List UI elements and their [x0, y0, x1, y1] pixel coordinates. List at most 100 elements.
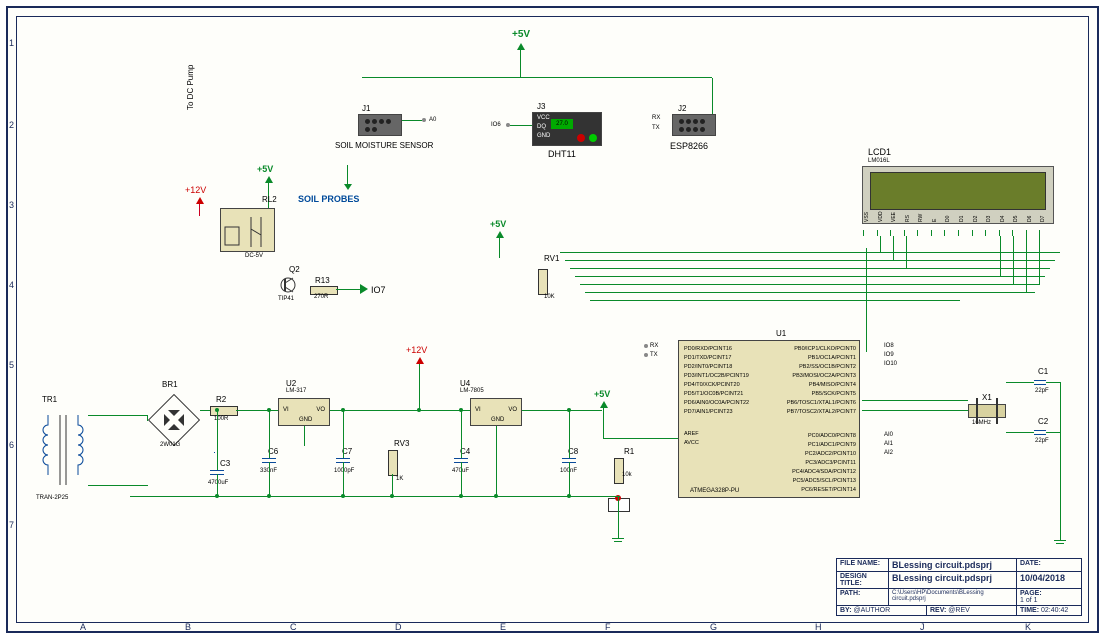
j3-left-pin: IO6: [491, 122, 501, 128]
j1-right-pin: A0: [429, 117, 436, 123]
u4-ref: U4: [460, 380, 470, 388]
dot: [567, 494, 571, 498]
component-j2[interactable]: [672, 114, 716, 136]
component-rv1[interactable]: [538, 269, 548, 295]
label-dc-pump: To DC Pump: [187, 65, 195, 110]
lcd-pin-label: E: [932, 219, 938, 222]
wire: [499, 238, 500, 258]
rl2-ref: RL2: [262, 196, 277, 204]
component-tr1[interactable]: [38, 410, 88, 490]
u1-ai0: AI0: [884, 432, 893, 438]
wire: [217, 474, 218, 496]
wire: [1060, 382, 1061, 540]
tr1-ref: TR1: [42, 396, 57, 404]
component-u4[interactable]: VI VO GND: [470, 398, 522, 426]
u2-ref: U2: [286, 380, 296, 388]
component-q2[interactable]: [280, 275, 296, 295]
u1-right-bot: PC0/ADC0/PCINT8PC1/ADC1/PCINT9PC2/ADC2/P…: [770, 432, 856, 495]
r2-ref: R2: [216, 396, 226, 404]
arrow-5v-u1: [600, 401, 608, 408]
wire: [362, 77, 712, 78]
wire: [569, 462, 570, 496]
u1-pin: PC6/RESET/PCINT14: [770, 486, 856, 495]
component-j3[interactable]: VCC DQ GND 27.0: [532, 112, 602, 146]
component-br1[interactable]: [148, 394, 200, 446]
u1-pin: PC3/ADC3/PCINT11: [770, 459, 856, 468]
component-u2[interactable]: VI VO GND: [278, 398, 330, 426]
reset-button[interactable]: [608, 498, 630, 512]
wire: [862, 410, 968, 411]
u1-pin: PB7/TOSC2/XTAL2/PCINT7: [770, 408, 856, 417]
u1-pin: PD5/T1/OC0B/PCINT21: [684, 390, 749, 399]
wire: [520, 50, 521, 77]
tb-filename: BLessing circuit.pdsprj: [889, 559, 1017, 571]
tb-path-label: PATH:: [837, 589, 889, 605]
wire: [522, 410, 602, 411]
u1-pin: PB6/TOSC1/XTAL1/PCINT6: [770, 399, 856, 408]
ruler-bot-C: C: [290, 622, 297, 632]
u1-pin: AREF: [684, 430, 699, 439]
u1-pin: AVCC: [684, 439, 699, 448]
j3-gnd: GND: [537, 133, 550, 139]
x1-plate: [996, 398, 998, 424]
j2-ref: J2: [678, 105, 686, 113]
rv1-ref: RV1: [544, 255, 559, 263]
c2-a: [1034, 430, 1046, 431]
wire: [200, 410, 210, 411]
dot: [215, 408, 219, 412]
u4-part: LM-7805: [460, 388, 484, 394]
ruler-bot-A: A: [80, 622, 86, 632]
wire: [269, 410, 270, 458]
tb-rev-label: REV:: [930, 607, 946, 614]
tb-page: 1 of 1: [1020, 597, 1038, 604]
ruler-bot-B: B: [185, 622, 191, 632]
j2-rx: RX: [652, 115, 660, 121]
lcd1-part: LM016L: [868, 158, 890, 164]
label-5v-top: +5V: [512, 30, 530, 40]
ruler-left-6: 6: [9, 440, 14, 450]
u1-pin: PD2/INT0/PCINT18: [684, 363, 749, 372]
dot: [341, 494, 345, 498]
c6-a: [262, 458, 276, 459]
u4-vo: VO: [508, 407, 517, 413]
tb-rev: @REV: [948, 607, 970, 614]
tb-designtitle: BLessing circuit.pdsprj: [889, 572, 1017, 588]
dot: [267, 494, 271, 498]
wire: [392, 474, 393, 496]
u1-pin: PB4/MISO/PCINT4: [770, 381, 856, 390]
component-j1[interactable]: [358, 114, 402, 136]
c4-a: [454, 458, 468, 459]
u2-gnd: GND: [299, 417, 312, 423]
u1-ai2: AI2: [884, 450, 893, 456]
component-rl2[interactable]: [220, 208, 275, 252]
component-x1[interactable]: [968, 404, 1006, 418]
tb-time: 02:40:42: [1041, 607, 1068, 614]
wire: [1000, 236, 1001, 276]
lcd-pin-label: VEE: [891, 212, 897, 222]
tb-designtitle-label: DESIGN TITLE:: [837, 572, 889, 588]
rv3-ref: RV3: [394, 440, 409, 448]
label-12v-left: +12V: [185, 186, 206, 195]
wire-gnd-rail: [130, 496, 620, 497]
wire: [343, 410, 344, 458]
j3-dq: DQ: [537, 124, 546, 130]
u1-pin: PD6/AIN0/OC0A/PCINT22: [684, 399, 749, 408]
lcd-pin-label: D4: [1000, 216, 1006, 222]
component-r1[interactable]: [614, 458, 624, 484]
component-rv3[interactable]: [388, 450, 398, 476]
u1-pin: PD7/AIN1/PCINT23: [684, 408, 749, 417]
io7-label: IO7: [371, 286, 386, 295]
ruler-left-3: 3: [9, 200, 14, 210]
wire: [862, 400, 968, 401]
wire: [88, 485, 148, 486]
component-r2[interactable]: [210, 406, 238, 416]
wire: [712, 78, 713, 114]
wire: [147, 415, 148, 421]
wire: [1026, 236, 1027, 292]
lcd-pin-label: D6: [1027, 216, 1033, 222]
x1-ref: X1: [982, 394, 992, 402]
title-block: FILE NAME: BLessing circuit.pdsprj DATE:…: [836, 558, 1082, 616]
wire: [603, 438, 678, 439]
wire: [461, 462, 462, 496]
dot: [459, 408, 463, 412]
